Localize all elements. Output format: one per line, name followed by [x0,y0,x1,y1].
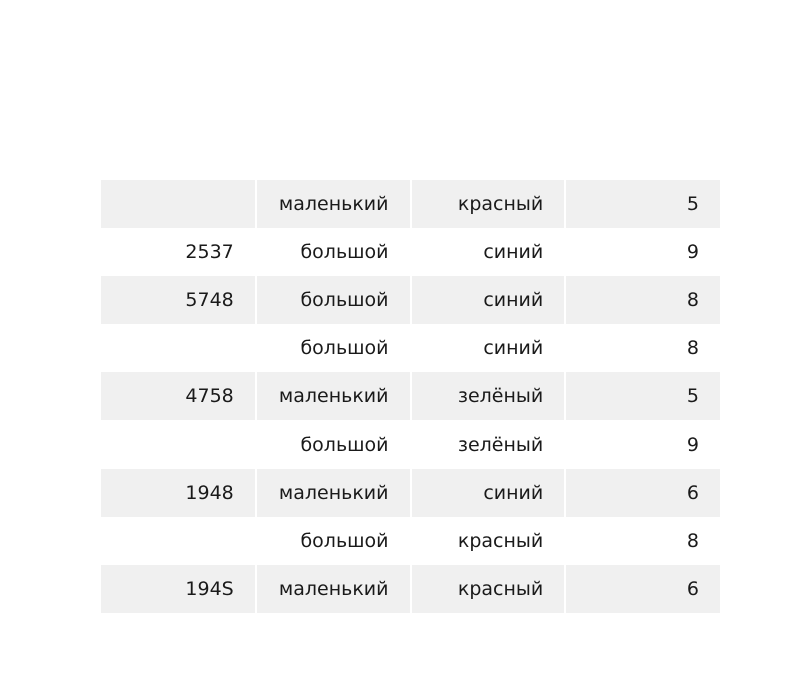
table-cell: маленький [254,180,411,229]
table-row: большой синий 8 [101,324,720,373]
table-row: 194S маленький красный 6 [101,564,720,613]
table-cell: 2537 [101,228,256,277]
table-cell [101,516,256,565]
table-cell: синий [409,324,566,373]
table-cell: маленький [254,468,411,517]
table-cell [101,324,256,373]
table-cell: 6 [564,468,720,517]
table-cell: 4758 [101,372,256,421]
table-cell [101,180,256,229]
table-row: 5748 большой синий 8 [101,276,720,325]
table-cell: 6 [564,564,720,613]
table-row: большой красный 8 [101,516,720,565]
table-cell: большой [254,276,411,325]
table-cell: 9 [564,420,720,469]
table-cell: 5748 [101,276,256,325]
table-cell: маленький [254,564,411,613]
table-cell: маленький [254,372,411,421]
table-cell: большой [254,420,411,469]
table-cell: зелёный [409,372,566,421]
table-cell: 5 [564,372,720,421]
table-cell: большой [254,324,411,373]
table-cell: 8 [564,276,720,325]
table-row: 4758 маленький зелёный 5 [101,372,720,421]
table-cell: синий [409,228,566,277]
table-cell: 194S [101,564,256,613]
table-cell: синий [409,276,566,325]
table-cell: 1948 [101,468,256,517]
table-cell: синий [409,468,566,517]
table-cell: 9 [564,228,720,277]
table-cell: большой [254,228,411,277]
table-body: маленький красный 5 2537 большой синий 9 5748 бо… [101,180,720,613]
table-cell: красный [409,564,566,613]
table-cell [101,420,256,469]
table-cell: 8 [564,324,720,373]
table-row: маленький красный 5 [101,180,720,229]
table-cell: 8 [564,516,720,565]
table-cell: 5 [564,180,720,229]
table-row: 2537 большой синий 9 [101,228,720,277]
table-cell: большой [254,516,411,565]
table-row: 1948 маленький синий 6 [101,468,720,517]
table-row: большой зелёный 9 [101,420,720,469]
data-table: маленький красный 5 2537 большой синий 9 5748 бо… [101,180,720,613]
table-cell: красный [409,180,566,229]
table-cell: зелёный [409,420,566,469]
table-cell: красный [409,516,566,565]
